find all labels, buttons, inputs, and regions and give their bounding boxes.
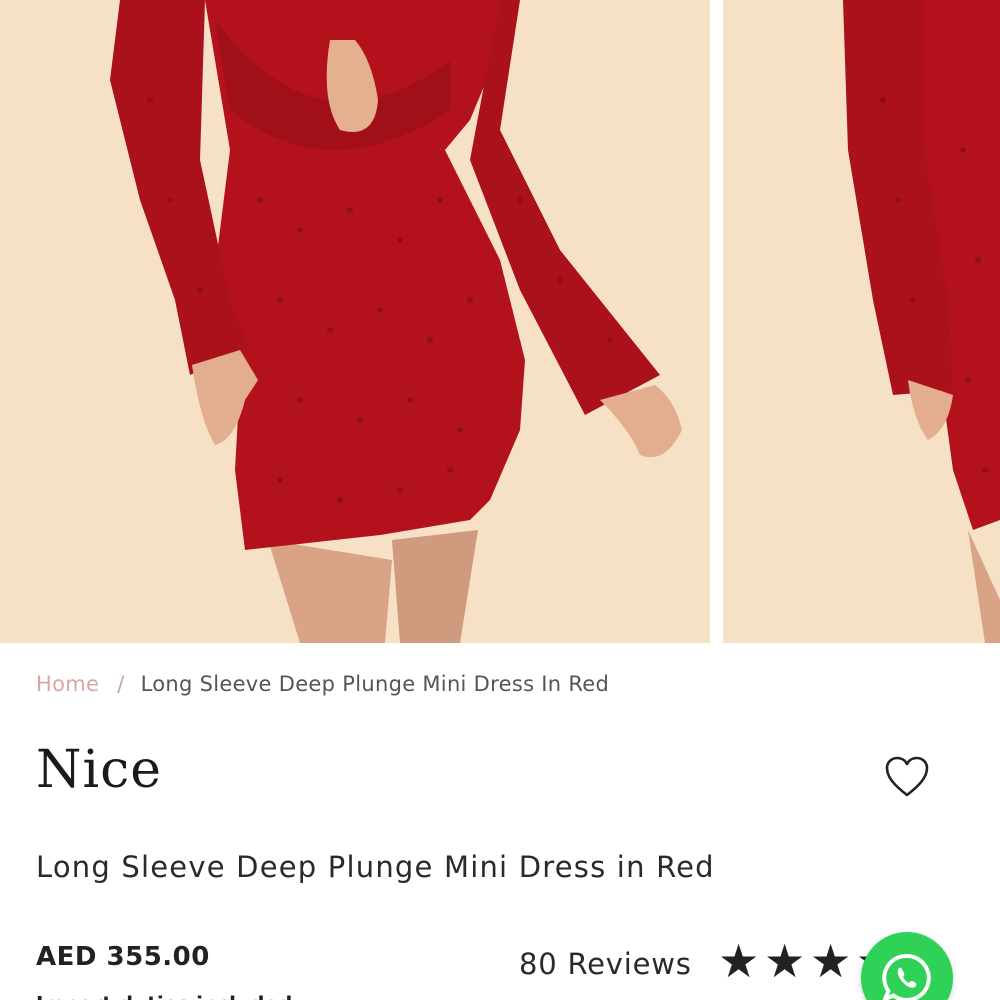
reviews-link[interactable]: 80 Reviews: [519, 947, 692, 981]
product-price: AED 355.00: [36, 942, 210, 972]
heart-icon: [885, 756, 929, 797]
breadcrumb-separator: /: [117, 672, 125, 696]
product-image-gallery[interactable]: [0, 0, 1000, 643]
dress-photo: [0, 0, 710, 643]
product-photo-next[interactable]: [723, 0, 1000, 643]
star-icon: ★: [810, 935, 852, 987]
whatsapp-icon: [882, 953, 931, 1000]
tax-note: Import duties included: [36, 992, 292, 1000]
dress-photo-alt: [723, 0, 1000, 643]
wishlist-button[interactable]: [884, 755, 930, 799]
breadcrumb-current: Long Sleeve Deep Plunge Mini Dress In Re…: [140, 672, 610, 696]
product-page: Home / Long Sleeve Deep Plunge Mini Dress …: [0, 0, 1000, 1000]
product-photo-main[interactable]: [0, 0, 710, 643]
star-icon: ★: [718, 935, 760, 987]
star-icon: ★: [764, 935, 806, 987]
product-title: Long Sleeve Deep Plunge Mini Dress in Re…: [36, 850, 715, 884]
brand-name[interactable]: Nice: [36, 740, 162, 800]
breadcrumb: Home / Long Sleeve Deep Plunge Mini Dress …: [36, 672, 609, 696]
breadcrumb-home-link[interactable]: Home: [36, 672, 99, 696]
